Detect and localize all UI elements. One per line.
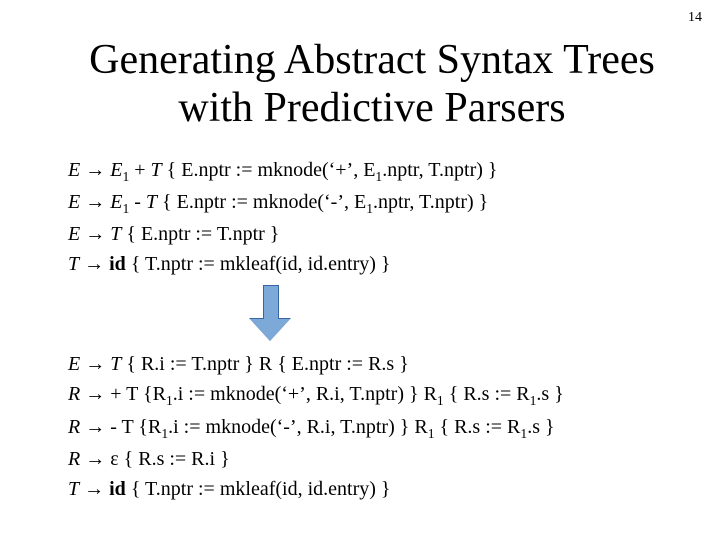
slide-title: Generating Abstract Syntax Trees with Pr…: [60, 36, 684, 133]
rule-b5: T → id { T.nptr := mkleaf(id, id.entry) …: [68, 474, 684, 504]
grammar-block-2: E → T { R.i := T.nptr } R { E.nptr := R.…: [68, 349, 684, 504]
rule-1: E → E1 + T { E.nptr := mknode(‘+’, E1.np…: [68, 155, 684, 187]
title-line-2: with Predictive Parsers: [178, 85, 565, 131]
rule-4: T → id { T.nptr := mkleaf(id, id.entry) …: [68, 249, 684, 279]
rule-3: E → T { E.nptr := T.nptr }: [68, 219, 684, 249]
rule-b1: E → T { R.i := T.nptr } R { E.nptr := R.…: [68, 349, 684, 379]
rule-b2: R → + T {R1.i := mknode(‘+’, R.i, T.nptr…: [68, 379, 684, 411]
page-number: 14: [688, 10, 702, 26]
down-arrow-icon: [250, 285, 290, 343]
rule-b4: R → ε { R.s := R.i }: [68, 444, 684, 474]
slide: 14 Generating Abstract Syntax Trees with…: [0, 0, 720, 540]
transform-arrow-gap: [60, 279, 684, 349]
rule-2: E → E1 - T { E.nptr := mknode(‘-’, E1.np…: [68, 187, 684, 219]
rule-b3: R → - T {R1.i := mknode(‘-’, R.i, T.nptr…: [68, 412, 684, 444]
grammar-block-1: E → E1 + T { E.nptr := mknode(‘+’, E1.np…: [68, 155, 684, 280]
title-line-1: Generating Abstract Syntax Trees: [89, 37, 655, 83]
